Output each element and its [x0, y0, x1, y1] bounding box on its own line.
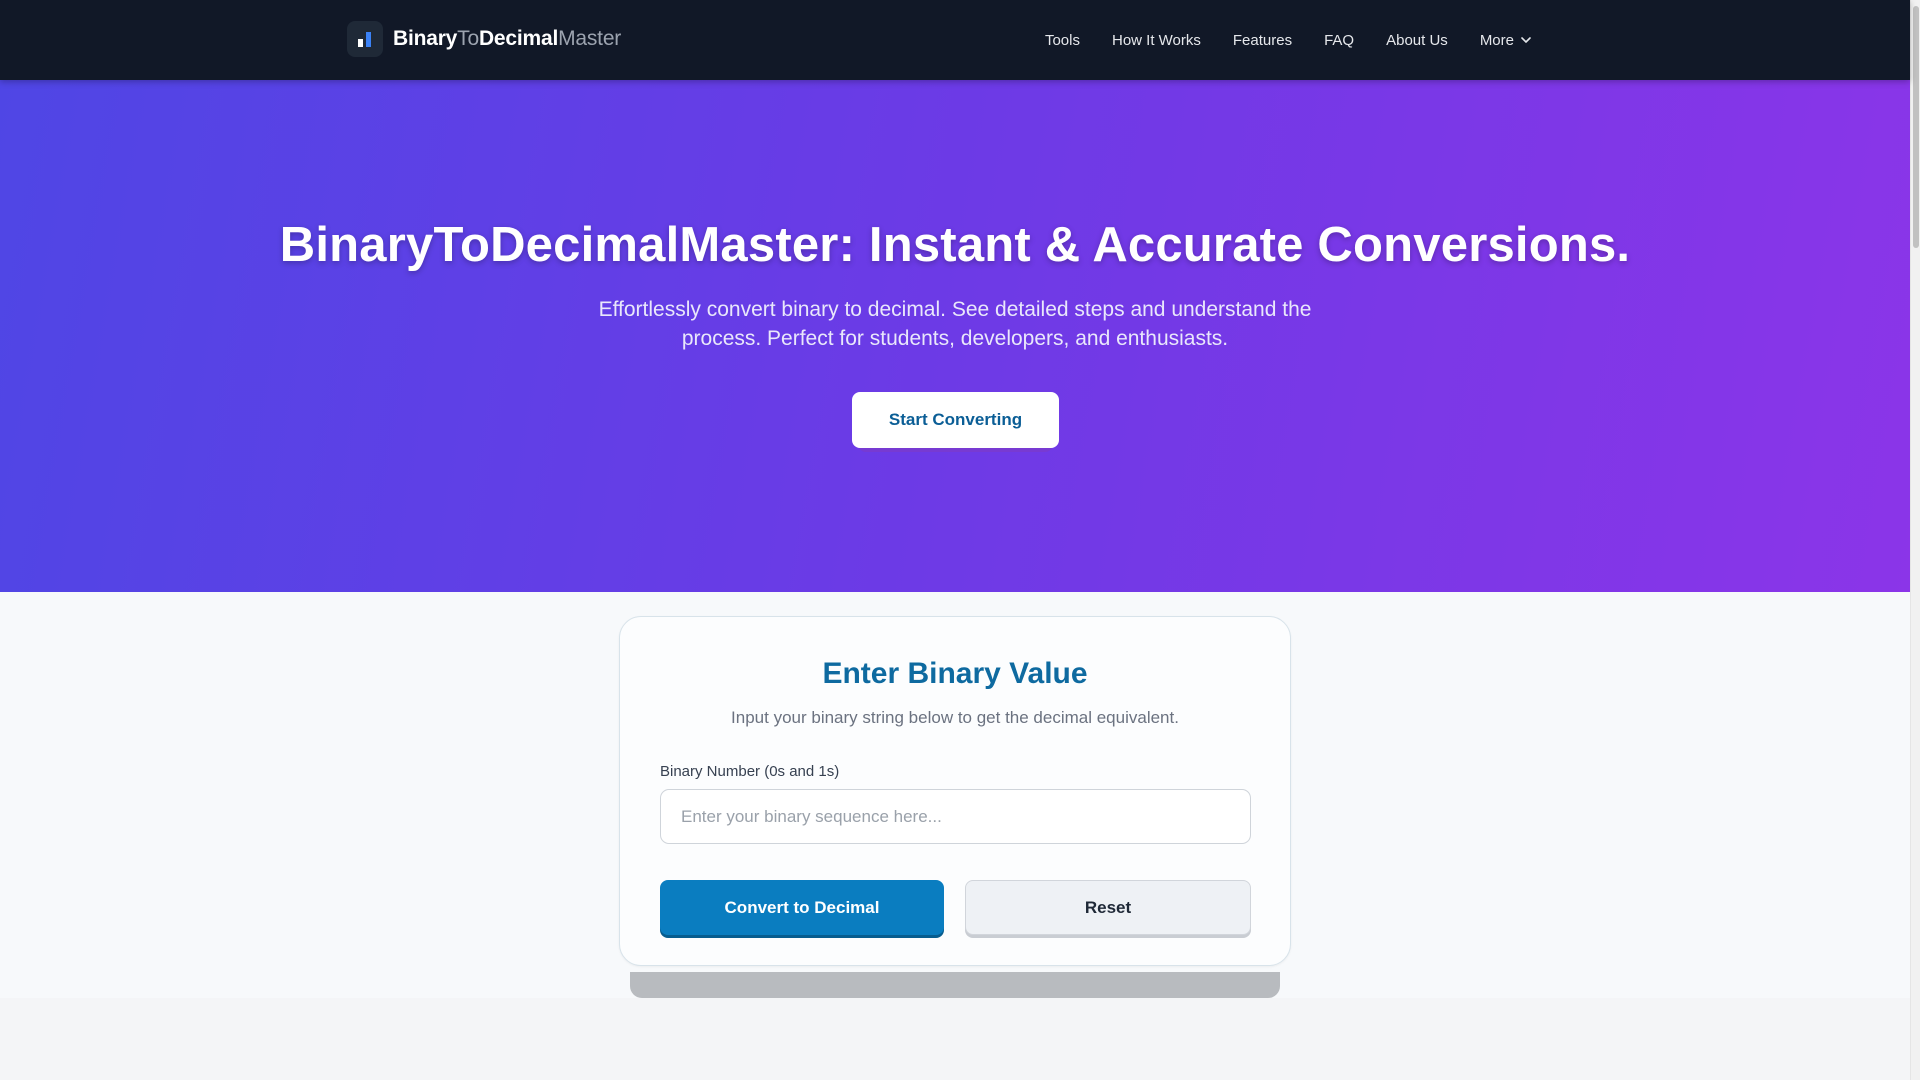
main-nav: Tools How It Works Features FAQ About Us… [1029, 0, 1548, 80]
cta-wrapper: Start Converting [852, 392, 1059, 462]
brand-logo[interactable]: BinaryToDecimalMaster [347, 21, 621, 57]
brand-part-decimal: Decimal [478, 27, 559, 50]
nav-faq-label: FAQ [1324, 31, 1355, 49]
converter-section: Enter Binary Value Input your binary str… [0, 592, 1910, 998]
binary-input[interactable] [660, 789, 1251, 844]
nav-tools[interactable]: Tools [1029, 0, 1096, 80]
hero-subtitle: Effortlessly convert binary to decimal. … [598, 298, 1312, 350]
converter-card: Enter Binary Value Input your binary str… [619, 616, 1291, 966]
brand-part-to: To [457, 27, 479, 50]
hero-title: BinaryToDecimalMaster: Instant & Accurat… [279, 218, 1631, 272]
vertical-scrollbar[interactable] [1910, 0, 1920, 1080]
converter-subtitle: Input your binary string below to get th… [731, 708, 1179, 727]
page: BinaryToDecimalMaster Tools How It Works… [0, 0, 1920, 1080]
nav-about-us[interactable]: About Us [1370, 0, 1464, 80]
scrollbar-thumb[interactable] [1913, 6, 1919, 248]
brand-part-binary: Binary [393, 27, 458, 50]
brand-part-master: Master [558, 27, 622, 50]
convert-to-decimal-button[interactable]: Convert to Decimal [660, 880, 944, 935]
nav-how-it-works-label: How It Works [1111, 31, 1201, 49]
nav-features[interactable]: Features [1217, 0, 1308, 80]
chevron-down-icon [1520, 34, 1532, 46]
nav-how-it-works[interactable]: How It Works [1096, 0, 1217, 80]
reset-button[interactable]: Reset [965, 880, 1251, 935]
converter-title: Enter Binary Value [822, 657, 1088, 690]
start-converting-button[interactable]: Start Converting [852, 392, 1059, 448]
nav-features-label: Features [1232, 31, 1293, 49]
nav-more-dropdown[interactable]: More [1464, 0, 1548, 80]
hero-section: BinaryToDecimalMaster: Instant & Accurat… [0, 80, 1910, 592]
bar-chart-icon [347, 21, 383, 57]
nav-about-us-label: About Us [1386, 31, 1448, 49]
card-shadow-layer [630, 972, 1280, 998]
top-navbar: BinaryToDecimalMaster Tools How It Works… [0, 0, 1910, 80]
nav-more-label: More [1479, 31, 1514, 49]
binary-field-label: Binary Number (0s and 1s) [660, 763, 840, 780]
brand-name: BinaryToDecimalMaster [393, 27, 621, 51]
nav-tools-label: Tools [1044, 31, 1080, 49]
nav-faq[interactable]: FAQ [1308, 0, 1370, 80]
